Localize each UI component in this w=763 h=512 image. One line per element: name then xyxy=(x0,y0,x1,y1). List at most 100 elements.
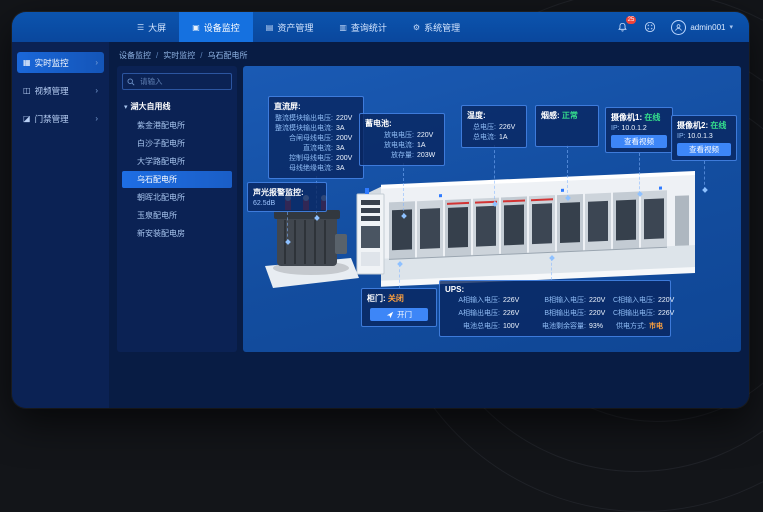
camera2-status: 在线 xyxy=(710,121,726,130)
view-video-button[interactable]: 查看视频 xyxy=(677,143,731,156)
view-video-button[interactable]: 查看视频 xyxy=(611,135,667,148)
video-icon: ◫ xyxy=(23,86,31,95)
nav-tab[interactable]: ⚙ 系统管理 xyxy=(400,12,473,42)
tree-item[interactable]: 朝晖北配电所 xyxy=(122,189,232,206)
door-icon: ◪ xyxy=(23,114,31,123)
connector-line xyxy=(551,258,552,280)
nav-tab[interactable]: ☰ 大屏 xyxy=(124,12,179,42)
search-input[interactable] xyxy=(138,76,227,87)
tree-item[interactable]: 乌石配电所 xyxy=(122,171,232,188)
metric-row: C相输出电压: 226V xyxy=(613,309,671,319)
nav-tab-label: 系统管理 xyxy=(424,21,460,34)
tree-item[interactable]: 大学路配电所 xyxy=(122,153,232,170)
sidebar-item[interactable]: ◫ 视频管理 › xyxy=(17,80,104,101)
open-door-label: 开门 xyxy=(397,309,412,320)
station-tree-panel: ▾ 湖大自用线 紫金港配电所白沙子配电所大学路配电所乌石配电所朝晖北配电所玉泉配… xyxy=(117,66,237,352)
tree-root-label: 湖大自用线 xyxy=(131,101,171,112)
nav-right-cluster: 25 admin001 ▾ xyxy=(615,12,749,42)
metric-value: 3A xyxy=(336,144,358,154)
metric-row: 控制母线电压: 200V xyxy=(274,154,358,164)
search-icon xyxy=(127,78,135,86)
menu-icon: ☰ xyxy=(137,23,144,32)
notifications-button[interactable]: 25 xyxy=(615,20,629,34)
sidebar-item[interactable]: ▦ 实时监控 › xyxy=(17,52,104,73)
panel-title: 摄像机1: xyxy=(611,113,642,122)
metric-value: 3A xyxy=(336,164,358,174)
metric-label: 供电方式: xyxy=(613,322,646,332)
panel-title: 温度: xyxy=(467,110,521,121)
metric-row: A相输出电压: 226V xyxy=(445,309,525,319)
nav-tab[interactable]: ▣ 设备监控 xyxy=(179,12,253,42)
panel-title: 声光报警监控: xyxy=(253,187,321,198)
bell-icon xyxy=(617,22,628,33)
metric-value: 3A xyxy=(336,124,358,134)
camera2-panel: 摄像机2: 在线 IP: 10.0.1.3 查看视频 xyxy=(671,115,737,161)
chevron-right-icon: › xyxy=(95,58,98,67)
user-icon xyxy=(674,23,683,32)
metric-row: C相输入电压: 220V xyxy=(613,296,671,306)
metric-value: 1A xyxy=(499,133,521,143)
charger-cabinet-graphic xyxy=(357,188,384,274)
open-door-button[interactable]: 开门 xyxy=(370,308,428,321)
door-status: 关闭 xyxy=(388,294,404,303)
tree-item[interactable]: 玉泉配电所 xyxy=(122,207,232,224)
metric-row: B相输入电压: 220V xyxy=(527,296,611,306)
nav-tab-label: 设备监控 xyxy=(204,21,240,34)
panel-title: 直流屏: xyxy=(274,101,358,112)
metric-value: 220V xyxy=(658,296,680,306)
metric-label: 电池剩余容量: xyxy=(527,322,586,332)
metric-label: 控制母线电压: xyxy=(274,154,333,164)
metric-value: 市电 xyxy=(649,322,671,332)
metric-row: 供电方式: 市电 xyxy=(613,322,671,332)
breadcrumb-item[interactable]: 设备监控 xyxy=(119,50,151,61)
metric-value: 220V xyxy=(589,309,611,319)
metric-label: C相输入电压: xyxy=(613,296,655,306)
caret-down-icon: ▾ xyxy=(729,23,733,31)
metric-label: 放电电压: xyxy=(365,131,414,141)
metric-value: 220V xyxy=(417,131,439,141)
nav-tab[interactable]: ▥ 查询统计 xyxy=(326,12,400,42)
metric-row: 整流模块输出电压: 220V xyxy=(274,114,358,124)
metric-row: 合闸母线电压: 200V xyxy=(274,134,358,144)
metric-row: 直流电流: 3A xyxy=(274,144,358,154)
battery-panel: 蓄电池: 放电电压: 220V 放电电流: 1A 放存量: xyxy=(359,113,445,166)
switchgear-room-graphic xyxy=(367,171,695,287)
camera1-status: 在线 xyxy=(644,113,660,122)
chevron-right-icon: › xyxy=(95,114,98,123)
nav-tab-label: 资产管理 xyxy=(277,21,313,34)
metric-label: 直流电流: xyxy=(274,144,333,154)
user-menu[interactable]: admin001 ▾ xyxy=(671,20,733,35)
tree-item[interactable]: 白沙子配电所 xyxy=(122,135,232,152)
metric-value: 93% xyxy=(589,322,611,332)
metric-label: 母线绝缘电流: xyxy=(274,164,333,174)
panel-title: 摄像机2: xyxy=(677,121,708,130)
camera1-panel: 摄像机1: 在线 IP: 10.0.1.2 查看视频 xyxy=(605,107,673,153)
sidebar-item[interactable]: ◪ 门禁管理 › xyxy=(17,108,104,129)
tree-item[interactable]: 紫金港配电所 xyxy=(122,117,232,134)
username: admin001 xyxy=(690,23,725,32)
nav-tab[interactable]: ▤ 资产管理 xyxy=(253,12,327,42)
fullscreen-icon xyxy=(644,21,656,33)
smoke-status: 正常 xyxy=(562,111,578,120)
metric-value: 226V xyxy=(503,309,525,319)
ups-panel: UPS: A相输入电压: 226V B相输入电压: 220V C相输入 xyxy=(439,280,671,337)
metric-label: A相输入电压: xyxy=(445,296,500,306)
metric-label: B相输入电压: xyxy=(527,296,586,306)
fullscreen-button[interactable] xyxy=(643,20,657,34)
metric-row: 电池总电压: 100V xyxy=(445,322,525,332)
metric-value: 1A xyxy=(417,141,439,151)
asset-icon: ▤ xyxy=(266,23,274,32)
metric-label: C相输出电压: xyxy=(613,309,655,319)
metric-label: A相输出电压: xyxy=(445,309,500,319)
tree-root-node[interactable]: ▾ 湖大自用线 xyxy=(122,99,232,116)
sidebar-item-label: 视频管理 xyxy=(35,85,69,97)
metric-label: 总电压: xyxy=(467,123,496,133)
caret-down-icon: ▾ xyxy=(124,103,128,111)
chevron-right-icon: › xyxy=(95,86,98,95)
cabinet-door-panel: 柜门: 关闭 开门 xyxy=(361,288,437,327)
tree-search xyxy=(122,73,232,90)
connector-line xyxy=(494,145,495,204)
tree-item[interactable]: 新安装配电房 xyxy=(122,225,232,242)
monitor-icon: ▣ xyxy=(192,23,200,32)
breadcrumb-item[interactable]: 实时监控 xyxy=(163,50,195,61)
